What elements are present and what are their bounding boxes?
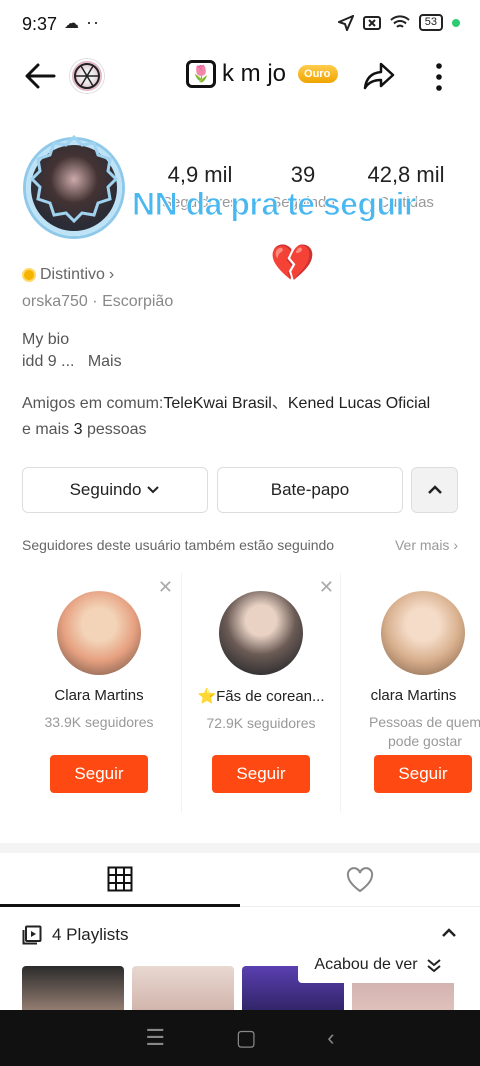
suggestion-avatar[interactable] <box>381 591 465 675</box>
following-button[interactable]: Seguindo <box>22 467 208 513</box>
suggestion-card[interactable]: ✕ Clara Martins 33.9K seguidores Seguir <box>19 573 179 813</box>
suggestion-subtitle: Pessoas de quem pode gostar <box>368 714 480 749</box>
suggestion-card[interactable]: clara Martins Pessoas de quem pode gosta… <box>343 573 480 813</box>
suggestion-name: Clara Martins <box>54 687 144 704</box>
more-notifications-icon: ·· <box>86 12 100 32</box>
overlay-caption: NN da pra te seguir <box>132 186 417 223</box>
battery-icon: 53 <box>418 14 443 31</box>
broken-heart-emoji: 💔 <box>270 242 315 283</box>
following-count: 39 <box>290 162 316 187</box>
suggestion-avatar[interactable] <box>219 591 303 675</box>
home-square-icon[interactable]: ▢ <box>236 1025 257 1051</box>
mutual-friend[interactable]: TeleKwai Brasil <box>163 395 271 412</box>
back-chevron-icon[interactable]: ‹ <box>327 1025 334 1051</box>
cloud-icon: ☁ <box>64 15 79 32</box>
menu-icon[interactable]: ☰ <box>145 1025 165 1051</box>
see-more-link[interactable]: Ver mais › <box>395 537 458 553</box>
zodiac: Escorpião <box>102 293 174 310</box>
suggestion-name: clara Martins <box>370 687 457 704</box>
follow-button[interactable]: Seguir <box>374 755 472 793</box>
sim-off-icon <box>362 15 381 30</box>
suggestions-header: Seguidores deste usuário também estão se… <box>22 537 458 553</box>
mutual-count: 3 <box>73 421 83 438</box>
username-block: 🌷 k m jo Ouro <box>186 60 339 88</box>
profile-header: 🌷 k m jo Ouro <box>0 52 480 102</box>
location-icon <box>337 14 354 31</box>
follow-button[interactable]: Seguir <box>212 755 310 793</box>
more-options-icon[interactable] <box>426 60 452 94</box>
playlist-thumbnail[interactable] <box>132 966 234 1010</box>
mutual-prefix: Amigos em comum: <box>22 395 164 412</box>
follow-button[interactable]: Seguir <box>50 755 148 793</box>
coin-icon <box>22 268 36 282</box>
chevron-right-icon: › <box>108 266 115 283</box>
handle: orska750 <box>22 293 88 310</box>
distintivo-link[interactable]: Distintivo › <box>22 266 114 284</box>
playlist-thumbnail[interactable] <box>22 966 124 1010</box>
bio-more-link[interactable]: Mais <box>88 353 122 370</box>
tab-liked[interactable] <box>240 853 480 907</box>
chat-button[interactable]: Bate-papo <box>217 467 403 513</box>
bio-line: My bio <box>22 331 70 348</box>
active-dot <box>452 18 460 27</box>
bio: My bio idd 9 ... Mais <box>22 329 122 373</box>
mutual-suffix: e mais <box>22 421 70 438</box>
content-tabs <box>0 853 480 907</box>
tab-videos[interactable] <box>0 853 240 907</box>
ouro-badge[interactable]: Ouro <box>298 65 339 83</box>
suggestion-name: ⭐Fãs de corean... <box>197 688 325 705</box>
dismiss-icon[interactable]: ✕ <box>319 577 334 598</box>
playlists-header[interactable]: 4 Playlists <box>22 925 129 945</box>
followers-count: 4,9 mil <box>167 162 233 187</box>
suggestion-subtitle: 33.9K seguidores <box>44 714 154 730</box>
grid-icon <box>107 866 133 891</box>
system-nav-bar: ☰ ▢ ‹ <box>0 1010 480 1066</box>
wifi-icon <box>390 14 410 28</box>
mutual-suffix: pessoas <box>86 421 147 438</box>
likes-count: 42,8 mil <box>367 162 445 187</box>
mutual-friend[interactable]: Kened Lucas Oficial <box>288 395 430 412</box>
clock: 9:37 <box>22 14 58 34</box>
suggestion-avatar[interactable] <box>57 591 141 675</box>
bio-line: idd 9 ... <box>22 353 75 370</box>
section-divider <box>0 843 480 853</box>
collapse-suggestions-button[interactable] <box>411 467 458 513</box>
back-arrow-icon[interactable] <box>22 58 58 94</box>
playlists-label: 4 Playlists <box>52 925 129 944</box>
suggestion-card[interactable]: ✕ ⭐Fãs de corean... 72.9K seguidores Seg… <box>181 573 341 813</box>
playlist-icon <box>22 925 42 945</box>
suggestion-subtitle: 72.9K seguidores <box>206 715 316 731</box>
username: k m jo <box>222 60 287 87</box>
chevron-up-icon[interactable] <box>440 924 458 942</box>
following-label: Seguindo <box>69 480 142 499</box>
status-bar: 9:37 ☁ ·· 53 <box>0 0 480 52</box>
share-icon[interactable] <box>362 59 396 93</box>
avatar-frame <box>29 134 119 224</box>
heart-outline-icon <box>346 867 374 893</box>
just-watched-label: Acabou de ver <box>314 956 418 973</box>
chevron-down-icon <box>147 486 160 494</box>
dismiss-icon[interactable]: ✕ <box>158 577 173 598</box>
flower-badge: 🌷 <box>186 60 216 88</box>
suggestions-title: Seguidores deste usuário também estão se… <box>22 537 335 553</box>
profile-meta: orska750 · Escorpião <box>22 293 174 310</box>
chat-label: Bate-papo <box>270 480 350 499</box>
shutter-icon <box>74 63 100 89</box>
mutual-friends: Amigos em comum:TeleKwai Brasil、Kened Lu… <box>22 395 431 438</box>
small-avatar[interactable] <box>70 59 104 93</box>
distintivo-label: Distintivo <box>40 266 105 283</box>
profile-avatar[interactable] <box>26 134 122 236</box>
double-chevron-down-icon <box>426 959 441 973</box>
see-more-label: Ver mais <box>394 537 450 553</box>
chevron-up-icon <box>427 485 442 494</box>
just-watched-button[interactable]: Acabou de ver <box>298 947 458 983</box>
